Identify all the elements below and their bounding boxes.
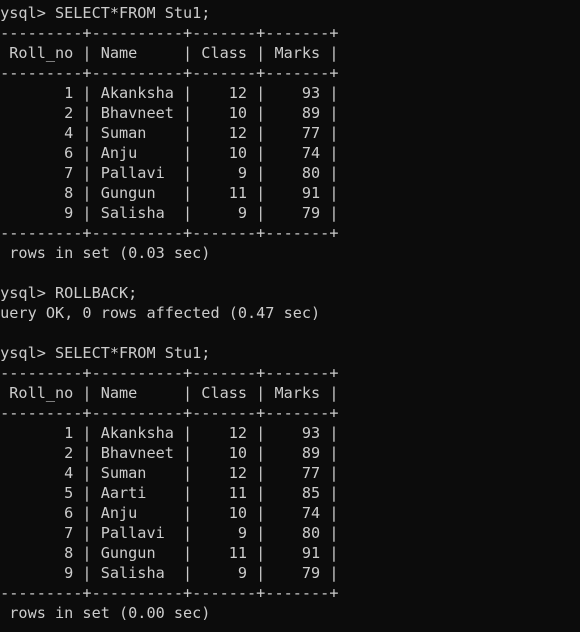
prompt-line: mysql> ROLLBACK; [0,284,138,302]
prompt-line: mysql> SELECT*FROM Stu1; [0,4,211,22]
table-header: | Roll_no | Name | Class | Marks | [0,44,339,62]
table-row: | 7 | Pallavi | 9 | 80 | [0,524,339,542]
table-row: | 6 | Anju | 10 | 74 | [0,144,339,162]
table-border: +---------+----------+-------+-------+ [0,404,339,422]
table-row: | 7 | Pallavi | 9 | 80 | [0,164,339,182]
prompt-line: mysql> SELECT*FROM Stu1; [0,344,211,362]
table-row: | 4 | Suman | 12 | 77 | [0,124,339,142]
table-row: | 4 | Suman | 12 | 77 | [0,464,339,482]
terminal-output[interactable]: mysql> SELECT*FROM Stu1; +---------+----… [0,3,580,632]
table-row: | 8 | Gungun | 11 | 91 | [0,184,339,202]
table-row: | 1 | Akanksha | 12 | 93 | [0,424,339,442]
table-border: +---------+----------+-------+-------+ [0,24,339,42]
table-row: | 6 | Anju | 10 | 74 | [0,504,339,522]
table-border: +---------+----------+-------+-------+ [0,224,339,242]
result-summary: Query OK, 0 rows affected (0.47 sec) [0,304,321,322]
table-row: | 5 | Aarti | 11 | 85 | [0,484,339,502]
table-border: +---------+----------+-------+-------+ [0,364,339,382]
table-row: | 2 | Bhavneet | 10 | 89 | [0,104,339,122]
table-border: +---------+----------+-------+-------+ [0,64,339,82]
table-row: | 9 | Salisha | 9 | 79 | [0,204,339,222]
result-summary: 8 rows in set (0.00 sec) [0,604,211,622]
table-border: +---------+----------+-------+-------+ [0,584,339,602]
table-header: | Roll_no | Name | Class | Marks | [0,384,339,402]
table-row: | 2 | Bhavneet | 10 | 89 | [0,444,339,462]
table-row: | 8 | Gungun | 11 | 91 | [0,544,339,562]
result-summary: 7 rows in set (0.03 sec) [0,244,211,262]
table-row: | 9 | Salisha | 9 | 79 | [0,564,339,582]
table-row: | 1 | Akanksha | 12 | 93 | [0,84,339,102]
